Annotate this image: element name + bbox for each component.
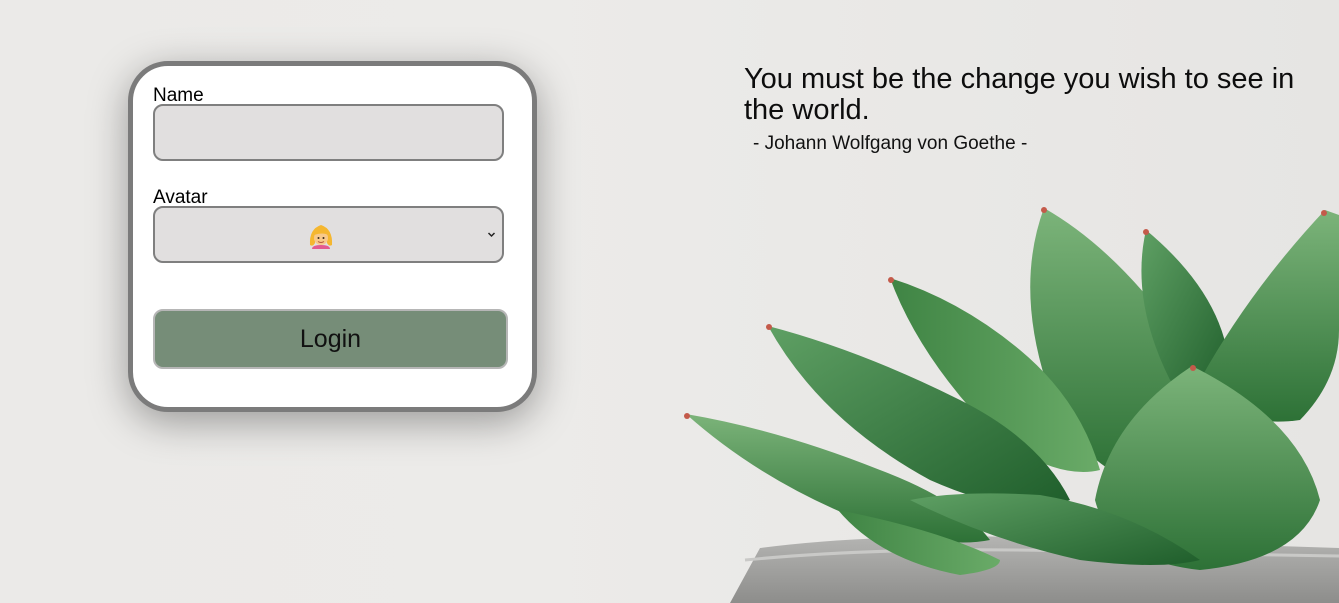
- quote-author: - Johann Wolfgang von Goethe -: [753, 133, 1028, 154]
- login-button[interactable]: Login: [153, 309, 508, 369]
- name-label: Name: [153, 85, 204, 106]
- login-card: Name Avatar Login: [128, 61, 537, 412]
- avatar-label: Avatar: [153, 187, 208, 208]
- chevron-down-icon: [487, 232, 496, 238]
- name-input[interactable]: [153, 104, 504, 161]
- quote-text: You must be the change you wish to see i…: [744, 63, 1295, 126]
- person-with-yellow-hair-emoji-icon: [309, 225, 333, 249]
- avatar-select[interactable]: [153, 206, 504, 263]
